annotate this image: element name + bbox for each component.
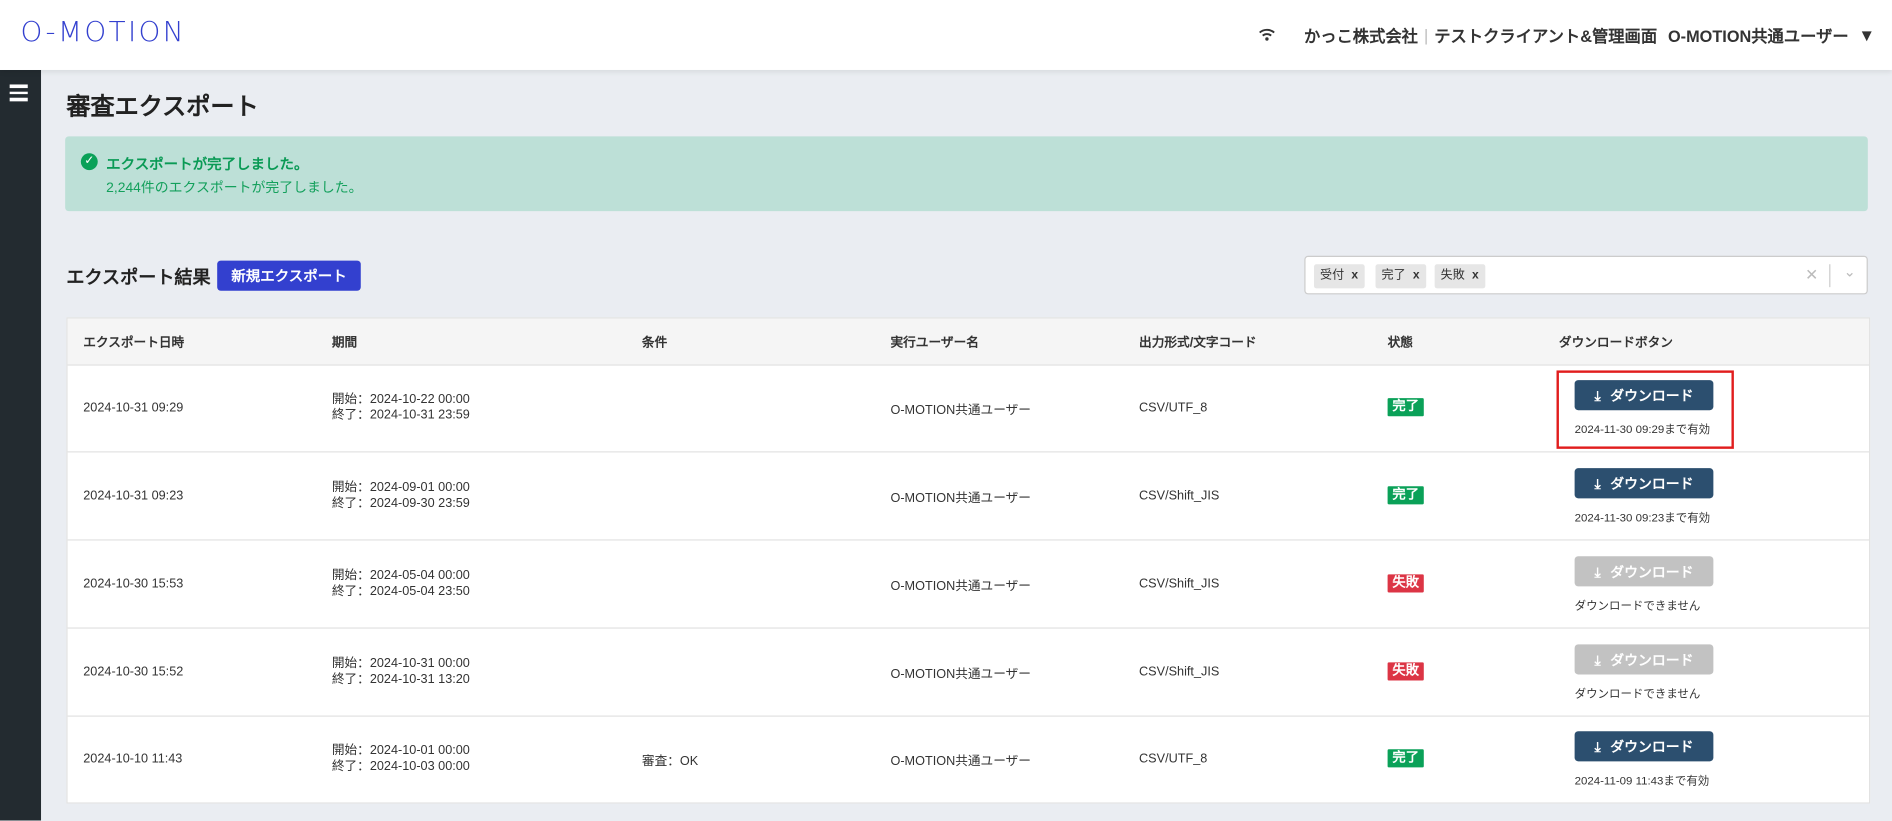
download-button: ⤓ ダウンロード — [1574, 556, 1714, 587]
filter-tag: 受付 x — [1313, 264, 1365, 289]
col-format: 出力形式/文字コード — [1139, 335, 1257, 350]
table-row: 2024-10-30 15:52 開始：2024-10-31 00:00 終了：2… — [67, 629, 1870, 717]
table-header: エクスポート日時 期間 条件 実行ユーザー名 出力形式/文字コード 状態 ダウン… — [67, 318, 1870, 366]
output-format: CSV/Shift_JIS — [1139, 488, 1220, 504]
executing-user: O-MOTION共通ユーザー — [890, 491, 1031, 506]
page: O-MOTION かっこ株式会社 | テストクライアント&管理画面 O-MOTI… — [0, 0, 1892, 821]
period-end: 終了：2024-05-04 23:50 — [331, 583, 470, 599]
period: 開始：2024-05-04 00:00 終了：2024-05-04 23:50 — [332, 568, 470, 599]
period-start: 開始：2024-10-31 00:00 — [331, 656, 470, 671]
export-results-table: エクスポート日時 期間 条件 実行ユーザー名 出力形式/文字コード 状態 ダウン… — [66, 317, 1871, 804]
filter-tag: 完了 x — [1375, 264, 1426, 289]
alert-message: 2,244件のエクスポートが完了しました。 — [106, 180, 363, 196]
period-end: 終了：2024-10-31 23:59 — [331, 407, 470, 423]
export-date: 2024-10-10 11:43 — [83, 751, 183, 767]
remove-tag-icon[interactable]: x — [1351, 269, 1358, 282]
col-period: 期間 — [331, 335, 358, 350]
period: 開始：2024-09-01 00:00 終了：2024-09-30 23:59 — [332, 480, 470, 511]
download-label: ダウンロード — [1610, 653, 1694, 668]
executing-user: O-MOTION共通ユーザー — [890, 579, 1031, 594]
expiry-note: 2024-11-30 09:23まで有効 — [1574, 511, 1711, 525]
col-export-date: エクスポート日時 — [83, 335, 185, 350]
output-format: CSV/Shift_JIS — [1139, 576, 1220, 592]
download-label: ダウンロード — [1610, 565, 1694, 580]
export-date: 2024-10-30 15:53 — [83, 576, 184, 592]
unavailable-note: ダウンロードできません — [1574, 599, 1701, 613]
col-status: 状態 — [1387, 335, 1413, 350]
page-title: 審査エクスポート — [66, 94, 259, 121]
table-row: 2024-10-30 15:53 開始：2024-05-04 00:00 終了：2… — [67, 541, 1870, 629]
status-badge: 完了 — [1387, 749, 1424, 768]
status-badge: 失敗 — [1387, 662, 1424, 681]
period-end: 終了：2024-10-03 00:00 — [331, 758, 470, 774]
status-badge: 完了 — [1387, 486, 1424, 505]
filter-tag: 失敗 x — [1434, 264, 1485, 289]
table-row: 2024-10-10 11:43 開始：2024-10-01 00:00 終了：2… — [68, 716, 1869, 803]
period-end: 終了：2024-10-31 13:20 — [331, 672, 470, 687]
download-label: ダウンロード — [1610, 740, 1694, 755]
status-badge: 完了 — [1387, 398, 1424, 417]
filter-tag-label: 受付 — [1320, 269, 1345, 283]
status-filter-select[interactable]: 受付 x 完了 x 失敗 x ✕ ⌄ — [1304, 255, 1868, 295]
new-export-button[interactable]: 新規エクスポート — [217, 260, 361, 291]
remove-tag-icon[interactable]: x — [1472, 269, 1479, 282]
period: 開始：2024-10-01 00:00 終了：2024-10-03 00:00 — [332, 743, 470, 774]
output-format: CSV/UTF_8 — [1139, 751, 1208, 767]
header-separator: | — [1423, 25, 1429, 45]
unavailable-note: ダウンロードできません — [1574, 687, 1701, 702]
success-alert: ✓ エクスポートが完了しました。 2,244件のエクスポートが完了しました。 — [65, 136, 1868, 212]
executing-user: O-MOTION共通ユーザー — [890, 754, 1031, 769]
export-date: 2024-10-30 15:52 — [83, 664, 184, 680]
wifi-icon — [1258, 26, 1275, 44]
export-date: 2024-10-31 09:23 — [83, 488, 184, 504]
download-icon: ⤓ — [1594, 653, 1601, 668]
check-circle-icon: ✓ — [80, 153, 98, 171]
sidebar — [0, 69, 42, 821]
divider — [1829, 264, 1831, 288]
download-icon: ⤓ — [1594, 477, 1601, 492]
table-row: 2024-10-31 09:23 開始：2024-09-01 00:00 終了：2… — [67, 452, 1870, 541]
export-date: 2024-10-31 09:29 — [83, 400, 184, 416]
period-start: 開始：2024-10-22 00:00 — [331, 392, 470, 407]
filter-tag-label: 完了 — [1381, 269, 1406, 283]
col-download: ダウンロードボタン — [1558, 335, 1673, 350]
output-format: CSV/Shift_JIS — [1139, 664, 1220, 680]
period: 開始：2024-10-31 00:00 終了：2024-10-31 13:20 — [332, 656, 470, 687]
clear-all-icon[interactable]: ✕ — [1805, 265, 1818, 284]
logo[interactable]: O-MOTION — [21, 17, 186, 48]
period-start: 開始：2024-10-01 00:00 — [331, 743, 470, 758]
period-start: 開始：2024-05-04 00:00 — [331, 568, 470, 583]
col-condition: 条件 — [641, 335, 668, 350]
company-name: かっこ株式会社 — [1303, 27, 1418, 46]
period: 開始：2024-10-22 00:00 終了：2024-10-31 23:59 — [332, 392, 470, 423]
header-account: かっこ株式会社 | テストクライアント&管理画面 O-MOTION共通ユーザー … — [1258, 23, 1875, 47]
top-header: O-MOTION かっこ株式会社 | テストクライアント&管理画面 O-MOTI… — [0, 0, 1892, 70]
client-name: テストクライアント&管理画面 — [1434, 27, 1658, 46]
section-heading: エクスポート結果 — [66, 267, 211, 289]
download-icon: ⤓ — [1594, 740, 1601, 755]
download-button: ⤓ ダウンロード — [1574, 644, 1714, 675]
status-badge: 失敗 — [1387, 574, 1424, 593]
executing-user: O-MOTION共通ユーザー — [890, 667, 1031, 682]
chevron-down-icon[interactable]: ⌄ — [1844, 263, 1856, 280]
filter-tag-label: 失敗 — [1440, 269, 1465, 283]
period-end: 終了：2024-09-30 23:59 — [331, 495, 470, 511]
download-button[interactable]: ⤓ ダウンロード — [1574, 468, 1714, 499]
alert-title: エクスポートが完了しました。 — [106, 155, 309, 173]
highlight-box — [1556, 370, 1734, 449]
download-button[interactable]: ⤓ ダウンロード — [1574, 731, 1714, 762]
download-icon: ⤓ — [1594, 565, 1601, 580]
col-user: 実行ユーザー名 — [890, 335, 979, 350]
remove-tag-icon[interactable]: x — [1413, 269, 1420, 282]
hamburger-menu-icon[interactable] — [9, 84, 28, 104]
download-label: ダウンロード — [1610, 477, 1694, 492]
period-start: 開始：2024-09-01 00:00 — [331, 480, 470, 495]
condition: 審査：OK — [641, 754, 699, 769]
caret-down-icon[interactable]: ▼ — [1858, 25, 1875, 44]
table-row: 2024-10-31 09:29 開始：2024-10-22 00:00 終了：2… — [67, 364, 1870, 453]
user-menu[interactable]: O-MOTION共通ユーザー — [1668, 23, 1849, 47]
executing-user: O-MOTION共通ユーザー — [890, 403, 1031, 418]
output-format: CSV/UTF_8 — [1139, 400, 1208, 416]
expiry-note: 2024-11-09 11:43まで有効 — [1574, 774, 1710, 788]
